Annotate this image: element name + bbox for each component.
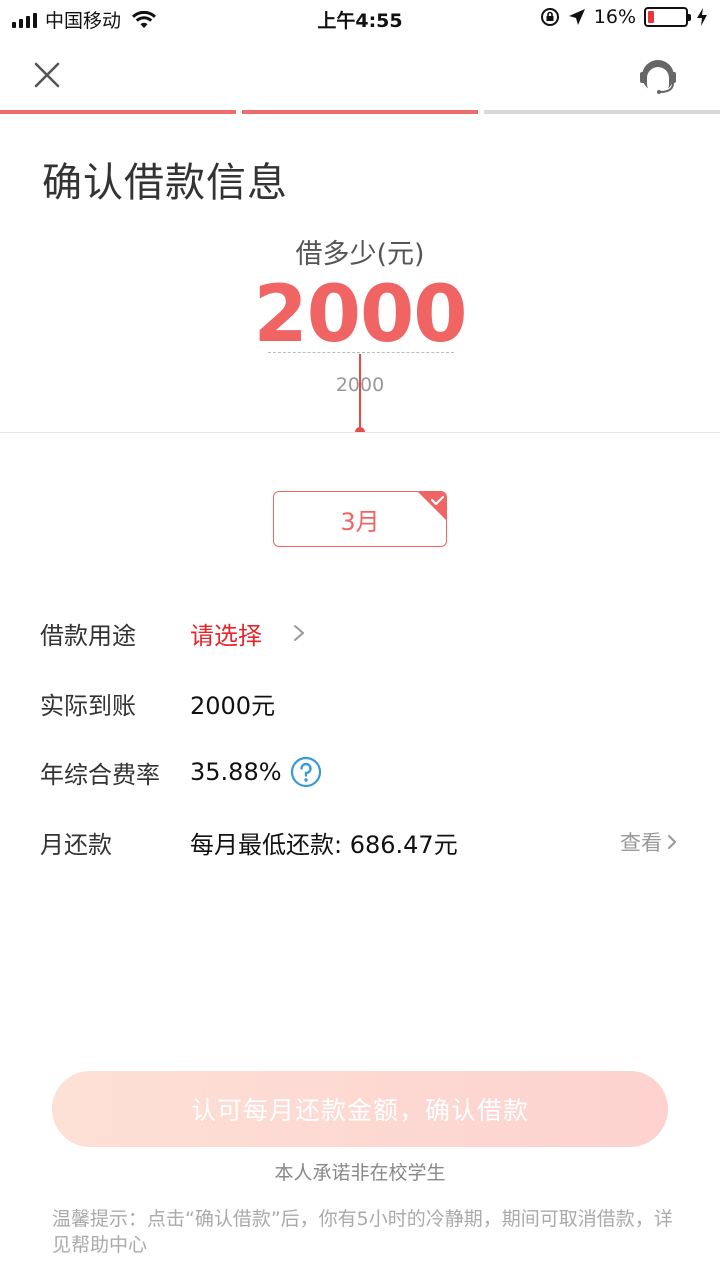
battery-icon bbox=[644, 7, 691, 27]
status-right: 16% bbox=[540, 6, 708, 28]
status-bar: 中国移动 上午4:55 16% bbox=[0, 0, 720, 40]
battery-level bbox=[648, 11, 654, 23]
annual-rate-label: 年综合费率 bbox=[40, 760, 160, 789]
cooling-off-tip: 温馨提示：点击“确认借款”后，你有5小时的冷静期，期间可取消借款，详见帮助中心 bbox=[52, 1208, 673, 1256]
view-repayment-link[interactable]: 查看 bbox=[620, 827, 678, 857]
battery-percent: 16% bbox=[593, 6, 636, 28]
row-annual-rate: 年综合费率 35.88% bbox=[40, 752, 680, 792]
chevron-right-icon[interactable] bbox=[292, 623, 306, 643]
check-icon bbox=[418, 492, 446, 520]
chevron-right-icon bbox=[668, 835, 676, 849]
amount-underline bbox=[268, 352, 454, 353]
row-actual-received: 实际到账 2000元 bbox=[40, 683, 680, 723]
term-option-label: 3月 bbox=[340, 507, 380, 536]
progress-step-1 bbox=[0, 110, 236, 114]
charging-icon bbox=[697, 8, 707, 26]
amount-slider-indicator[interactable] bbox=[359, 354, 361, 432]
customer-service-icon[interactable] bbox=[636, 54, 680, 98]
nav-bar bbox=[0, 44, 720, 108]
loan-purpose-value[interactable]: 请选择 bbox=[190, 616, 262, 651]
confirm-loan-button[interactable]: 认可每月还款金额，确认借款 bbox=[52, 1071, 668, 1147]
annual-rate-value: 35.88% bbox=[190, 758, 282, 786]
monthly-repayment-value: 每月最低还款: 686.47元 bbox=[190, 830, 458, 859]
row-loan-purpose[interactable]: 借款用途 请选择 bbox=[40, 613, 680, 653]
actual-received-value: 2000元 bbox=[190, 691, 276, 720]
rotation-lock-icon bbox=[540, 8, 559, 26]
monthly-repayment-label: 月还款 bbox=[40, 830, 112, 859]
help-icon[interactable] bbox=[290, 756, 322, 788]
amount-divider bbox=[0, 432, 720, 433]
amount-value[interactable]: 2000 bbox=[0, 270, 720, 360]
student-promise-text: 本人承诺非在校学生 bbox=[274, 1162, 446, 1184]
row-monthly-repayment: 月还款 每月最低还款: 686.47元 查看 bbox=[40, 822, 680, 862]
view-repayment-label: 查看 bbox=[620, 831, 662, 855]
actual-received-label: 实际到账 bbox=[40, 691, 136, 720]
loan-purpose-label: 借款用途 bbox=[40, 621, 136, 650]
step-progress bbox=[0, 110, 720, 114]
amount-label: 借多少(元) bbox=[295, 239, 425, 270]
term-option-selected[interactable]: 3月 bbox=[273, 491, 447, 547]
progress-step-3 bbox=[484, 110, 720, 114]
location-icon bbox=[568, 9, 585, 25]
progress-step-2 bbox=[242, 110, 478, 114]
close-icon[interactable] bbox=[30, 58, 64, 92]
page-title: 确认借款信息 bbox=[42, 160, 288, 206]
